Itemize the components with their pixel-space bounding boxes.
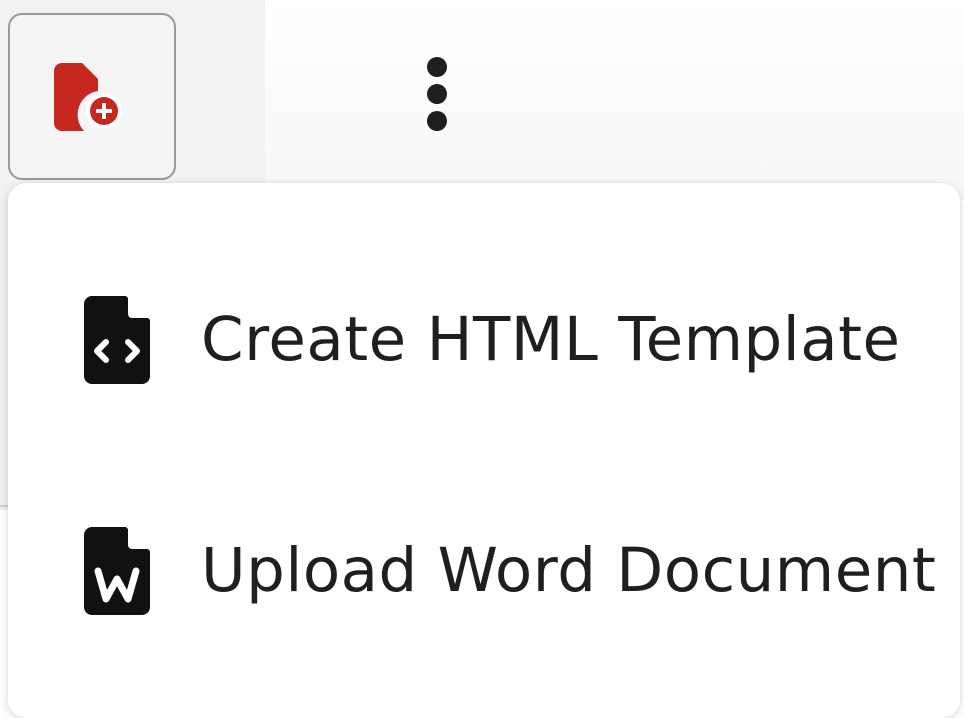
menu-item-create-html-template[interactable]: Create HTML Template bbox=[8, 280, 960, 400]
file-add-icon bbox=[54, 62, 122, 131]
kebab-menu-icon bbox=[427, 84, 447, 104]
menu-item-label: Upload Word Document bbox=[201, 535, 937, 606]
background-divider bbox=[0, 505, 8, 507]
more-options-button[interactable] bbox=[407, 52, 467, 136]
file-word-icon bbox=[84, 527, 150, 615]
file-code-icon bbox=[84, 296, 150, 384]
kebab-menu-icon bbox=[427, 111, 447, 131]
menu-item-upload-word-document[interactable]: Upload Word Document bbox=[8, 511, 960, 631]
background-panel bbox=[0, 200, 8, 510]
dropdown-menu: Create HTML Template Upload Word Documen… bbox=[8, 183, 960, 718]
new-document-button[interactable] bbox=[8, 13, 176, 180]
kebab-menu-icon bbox=[427, 57, 447, 77]
menu-item-label: Create HTML Template bbox=[201, 304, 901, 375]
